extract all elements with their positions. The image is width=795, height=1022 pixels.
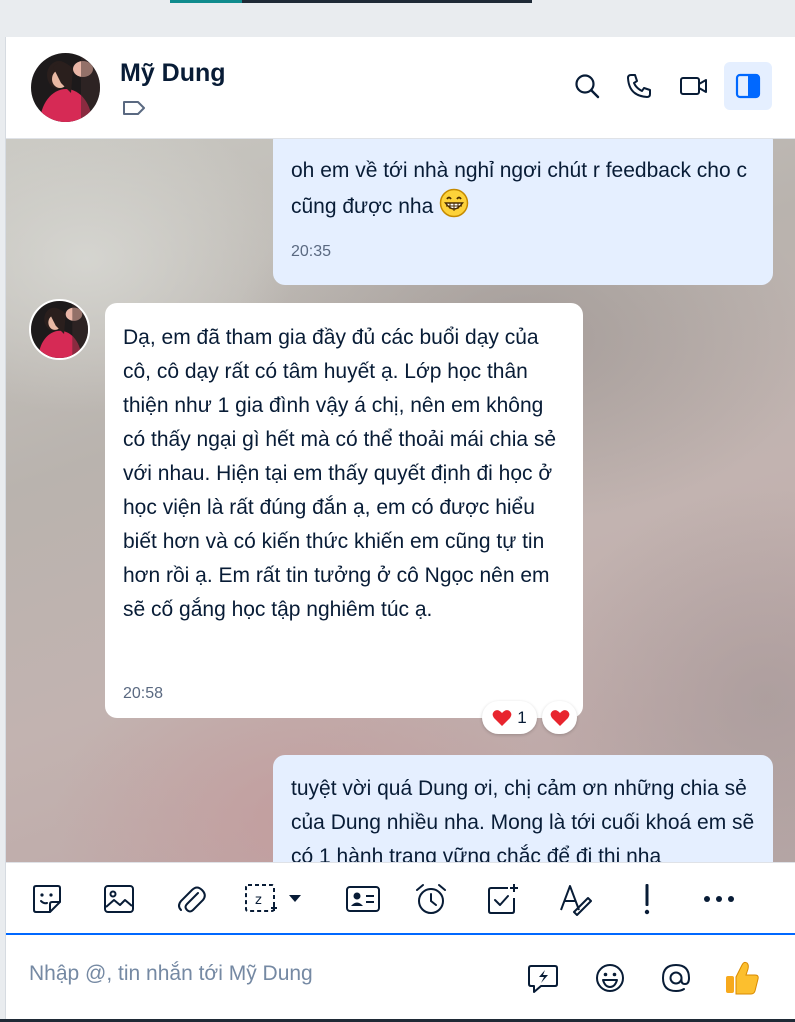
sticker-button[interactable] (27, 879, 67, 919)
message-time: 20:58 (123, 685, 164, 702)
send-image-button[interactable] (99, 879, 139, 919)
image-icon (103, 884, 135, 914)
attach-file-button[interactable] (171, 879, 211, 919)
message-composer[interactable]: Nhập @, tin nhắn tới Mỹ Dung (6, 933, 795, 1022)
attachment-icon (176, 883, 206, 915)
message-text: oh em về tới nhà nghỉ ngơi chút r feedba… (291, 159, 747, 218)
video-call-button[interactable] (670, 62, 718, 110)
search-button[interactable] (563, 62, 611, 110)
reminder-clock-icon (414, 882, 448, 916)
contact-avatar-small[interactable] (29, 299, 90, 360)
mention-button[interactable] (656, 958, 696, 998)
grin-emoji-icon (439, 188, 469, 218)
task-check-icon (486, 882, 520, 916)
conversation-info-toggle[interactable] (724, 62, 772, 110)
sticker-icon (31, 883, 63, 915)
message-text: Dạ, em đã tham gia đầy đủ các buổi dạy c… (123, 326, 557, 621)
message-bubble-received[interactable]: Dạ, em đã tham gia đầy đủ các buổi dạy c… (105, 303, 583, 718)
video-call-icon (679, 74, 709, 98)
message-list[interactable]: oh em về tới nhà nghỉ ngơi chút r feedba… (6, 139, 795, 862)
screenshot-button[interactable]: z (242, 879, 308, 919)
search-icon (573, 72, 601, 100)
message-bubble-sent[interactable]: tuyệt vời quá Dung ơi, chị cảm ơn những … (273, 755, 773, 862)
heart-icon (492, 709, 512, 727)
screenshot-icon: z (243, 882, 307, 916)
text-format-button[interactable] (555, 879, 595, 919)
message-text: tuyệt vời quá Dung ơi, chị cảm ơn những … (291, 777, 755, 862)
mark-urgent-button[interactable] (627, 879, 667, 919)
emoji-icon (594, 962, 626, 994)
phone-icon (625, 72, 653, 100)
more-icon (702, 895, 736, 903)
send-thumbs-up-button[interactable] (722, 958, 762, 998)
svg-text:z: z (255, 893, 262, 908)
send-business-card-button[interactable] (341, 879, 385, 919)
reaction-summary[interactable]: 1 (482, 701, 537, 734)
heart-icon (550, 709, 570, 727)
sidebar-toggle-icon (735, 73, 761, 99)
contact-name: Mỹ Dung (120, 59, 226, 87)
reminder-button[interactable] (411, 879, 451, 919)
add-reaction-button[interactable] (542, 701, 577, 734)
composer-toolbar: z (6, 862, 795, 933)
message-time: 20:35 (291, 243, 332, 260)
app-top-strip (0, 0, 795, 37)
chat-window: Mỹ Dung oh em về tới nhà nghỉ ngơi chút … (5, 37, 795, 1022)
thumbs-up-icon (724, 960, 760, 996)
tag-icon[interactable] (122, 100, 146, 116)
contact-avatar[interactable] (31, 53, 100, 122)
voice-call-button[interactable] (615, 62, 663, 110)
more-options-button[interactable] (699, 879, 739, 919)
message-bubble-sent[interactable]: oh em về tới nhà nghỉ ngơi chút r feedba… (273, 139, 773, 285)
assign-task-button[interactable] (483, 879, 523, 919)
active-tab-indicator (170, 0, 532, 3)
mention-icon (660, 962, 692, 994)
urgent-exclamation-icon (642, 882, 652, 916)
quick-message-button[interactable] (523, 958, 563, 998)
business-card-icon (345, 884, 381, 914)
emoji-button[interactable] (590, 958, 630, 998)
text-format-icon (558, 882, 592, 916)
message-input[interactable]: Nhập @, tin nhắn tới Mỹ Dung (29, 962, 313, 986)
reaction-count: 1 (517, 707, 527, 727)
quick-message-icon (527, 962, 559, 994)
chat-header: Mỹ Dung (6, 37, 795, 139)
